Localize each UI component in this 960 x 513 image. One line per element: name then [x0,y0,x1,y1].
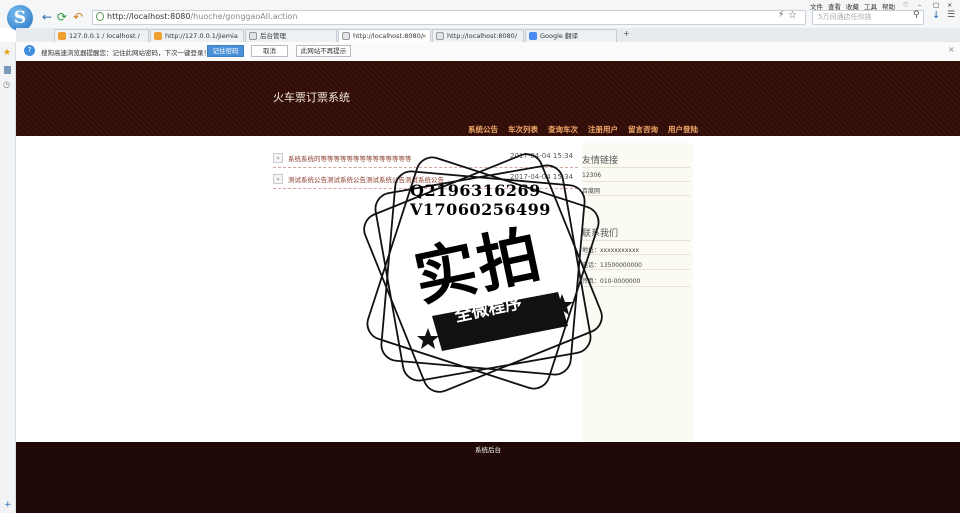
address-path: /huoche/gonggaoAll.action [190,12,298,21]
nav-announcements[interactable]: 系统公告 [468,124,498,135]
google-translate-icon [529,32,537,40]
minimize-icon[interactable]: – [918,1,921,9]
menu-icon[interactable]: ☰ [947,10,955,20]
menu-help[interactable]: 帮助 [882,1,895,11]
notification-text: 搜狗高速浏览器提醒您：记住此网站密码，下次一键登录！ [41,49,210,57]
favorites-star-icon[interactable]: ★ [3,48,11,58]
close-tab-icon[interactable]: × [422,30,427,42]
tab-jiemian[interactable]: http://127.0.0.1/jiemia [150,29,244,42]
admin-backend-link[interactable]: 系统后台 [475,444,501,454]
nav-train-list[interactable]: 车次列表 [508,124,538,135]
add-sidebar-icon[interactable]: + [4,500,12,510]
tab-label: Google 翻译 [540,32,578,40]
star-icon[interactable]: ☆ [788,10,797,21]
back-arrow-icon[interactable]: ← [40,10,54,24]
nav-register[interactable]: 注册用户 [588,124,618,135]
tab-active[interactable]: http://localhost:8080/× [338,29,431,42]
reading-list-icon[interactable] [4,66,11,74]
tab-label: http://localhost:8080/ [353,32,424,40]
skin-icon[interactable]: ♡ [903,1,909,9]
search-placeholder: 5万间酒店任你挑 [818,13,872,21]
watermark-qq: Q2196316269 [410,181,541,200]
cancel-button[interactable]: 取消 [251,45,288,57]
star-icon [417,328,439,349]
close-notification-icon[interactable]: × [948,45,955,54]
menu-view[interactable]: 查看 [828,1,841,11]
tab-label: 127.0.0.1 / localhost / [69,32,140,40]
lightning-icon[interactable]: ⚡ [778,10,784,20]
menu-tools[interactable]: 工具 [864,1,877,11]
tab-label: http://localhost:8080/ [447,32,518,40]
info-icon: ? [24,45,35,56]
address-host: http://localhost:8080 [107,12,191,21]
refresh-icon[interactable]: ⟳ [55,10,69,24]
tab-google-translate[interactable]: Google 翻译 [525,29,617,42]
remember-password-button[interactable]: 记住密码 [207,45,244,57]
bullet-icon: » [273,174,283,184]
shield-icon [96,12,104,21]
nav-search-train[interactable]: 查询车次 [548,124,578,135]
tab-label: 后台管理 [260,32,286,40]
tab-label: http://127.0.0.1/jiemia [165,32,238,40]
nav-login[interactable]: 用户登陆 [668,124,698,135]
nav-message[interactable]: 留言咨询 [628,124,658,135]
phpmyadmin-icon [154,32,162,40]
page-icon [249,32,257,40]
search-icon[interactable]: ⚲ [913,10,920,20]
new-tab-button[interactable]: + [623,29,630,38]
page-icon [436,32,444,40]
tab-phpmyadmin[interactable]: 127.0.0.1 / localhost / [54,29,149,42]
tab-localhost-2[interactable]: http://localhost:8080/ [432,29,524,42]
never-remind-button[interactable]: 此网站不再提示 [296,45,351,57]
menu-favorites[interactable]: 收藏 [846,1,859,11]
close-window-icon[interactable]: × [947,1,952,9]
address-url[interactable]: http://localhost:8080/huoche/gonggaoAll.… [107,12,297,21]
site-title: 火车票订票系统 [273,91,350,104]
maximize-icon[interactable]: □ [933,1,939,9]
history-clock-icon[interactable]: ◷ [3,80,10,89]
undo-icon[interactable]: ↶ [71,10,85,24]
download-icon[interactable]: ↓ [932,10,940,21]
tab-admin[interactable]: 后台管理 [245,29,337,42]
page-icon [342,32,350,40]
menu-file[interactable]: 文件 [810,1,823,11]
side-toolbar [0,42,16,513]
phpmyadmin-icon [58,32,66,40]
bullet-icon: » [273,153,283,163]
